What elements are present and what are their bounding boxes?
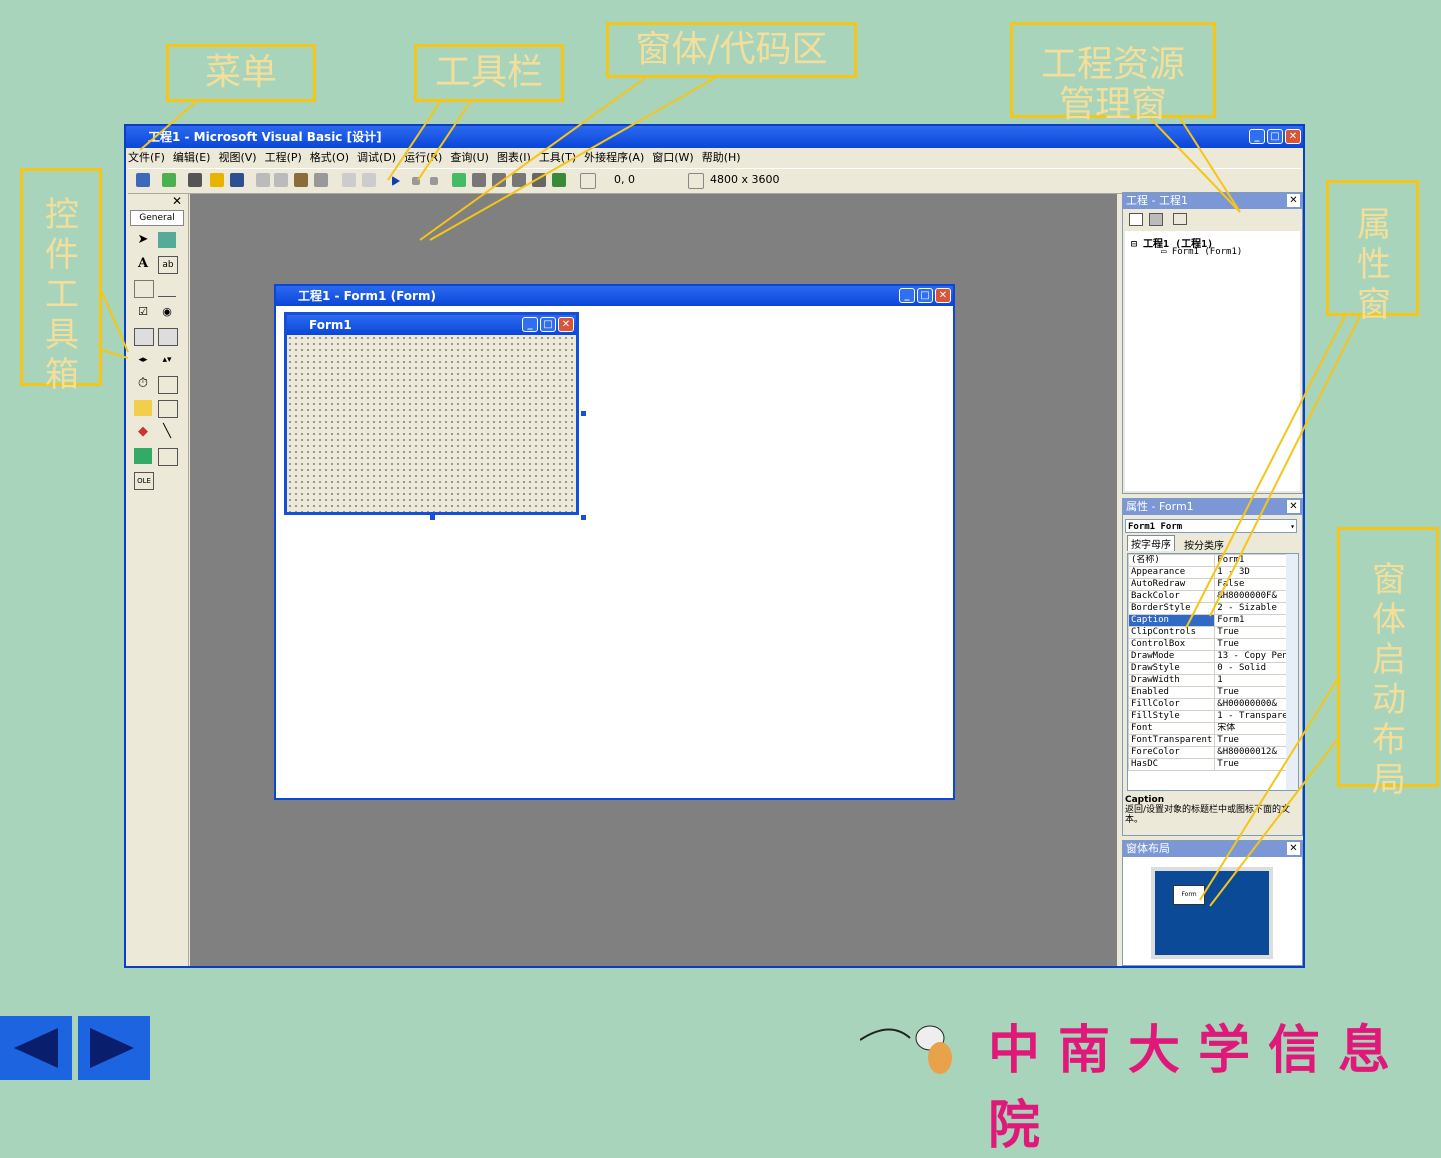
leader-menu (139, 101, 197, 151)
leader-layout-a (1209, 739, 1338, 907)
footer-brand: 中南大学信息院 (988, 1020, 1409, 1156)
leader-properties-b (1185, 315, 1346, 629)
leader-project-a (1149, 117, 1241, 213)
next-slide-button[interactable] (78, 1016, 150, 1080)
leader-form-code-a (419, 77, 646, 241)
callout-leader-lines (101, 77, 1361, 907)
leader-project-b (1179, 117, 1241, 213)
leader-toolbox (101, 291, 129, 353)
leader-properties-a (1209, 315, 1361, 617)
arrow-right-icon (90, 1028, 134, 1068)
leader-form-code-b (429, 77, 716, 241)
mascot-icon (859, 1010, 960, 1080)
previous-slide-button[interactable] (0, 1016, 72, 1080)
leader-layout-b (1199, 679, 1338, 901)
arrow-left-icon (14, 1028, 58, 1068)
leader-toolbar (417, 101, 471, 181)
